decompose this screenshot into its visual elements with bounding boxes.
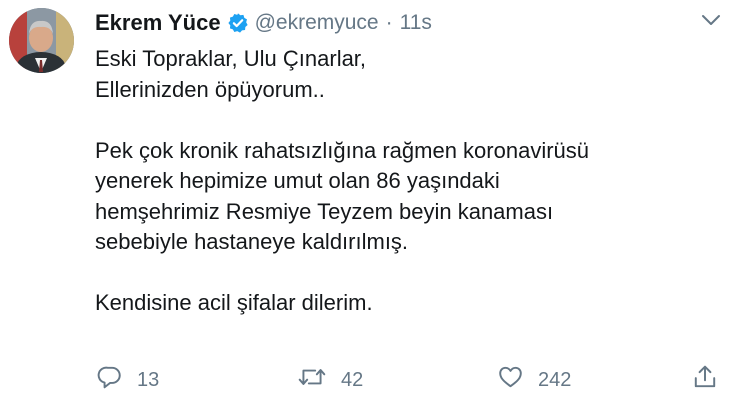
verified-badge-icon: [227, 12, 249, 34]
retweet-count: 42: [341, 368, 364, 391]
author-name[interactable]: Ekrem Yüce: [95, 10, 221, 36]
tweet-line: hemşehrimiz Resmiye Teyzem beyin kanamas…: [95, 198, 554, 224]
tweet-line: yenerek hepimize umut olan 86 yaşındaki: [95, 168, 500, 193]
tweet-line: sebebiyle hastaneye kaldırılmış.: [95, 229, 409, 254]
like-icon: [497, 364, 524, 396]
retweet-button[interactable]: 42: [297, 364, 363, 396]
tweet-text: Eski Topraklar, Ulu Çınarlar, Ellerinizd…: [95, 44, 715, 319]
like-count: 242: [538, 368, 572, 391]
reply-count: 13: [137, 368, 160, 391]
tweet-header: Ekrem Yüce @ekremyuce · 11s: [95, 10, 432, 36]
chevron-down-icon[interactable]: [700, 12, 722, 33]
header-separator: ·: [385, 11, 393, 34]
share-icon: [692, 364, 718, 396]
tweet-line: Kendisine acil şifalar dilerim.: [95, 290, 373, 315]
author-avatar[interactable]: [9, 8, 74, 73]
share-button[interactable]: [692, 364, 718, 396]
tweet-line: Eski Topraklar, Ulu Çınarlar,: [95, 46, 367, 71]
tweet-timestamp[interactable]: 11s: [400, 11, 432, 35]
tweet-line: Ellerinizden öpüyorum..: [95, 76, 325, 102]
reply-button[interactable]: 13: [97, 364, 159, 396]
author-handle[interactable]: @ekremyuce: [255, 11, 379, 35]
tweet-line: Pek çok kronik rahatsızlığına rağmen kor…: [95, 137, 590, 163]
like-button[interactable]: 242: [497, 364, 571, 396]
retweet-icon: [297, 364, 327, 396]
tweet-actions: 13 42 242: [0, 364, 735, 398]
reply-icon: [97, 364, 123, 396]
